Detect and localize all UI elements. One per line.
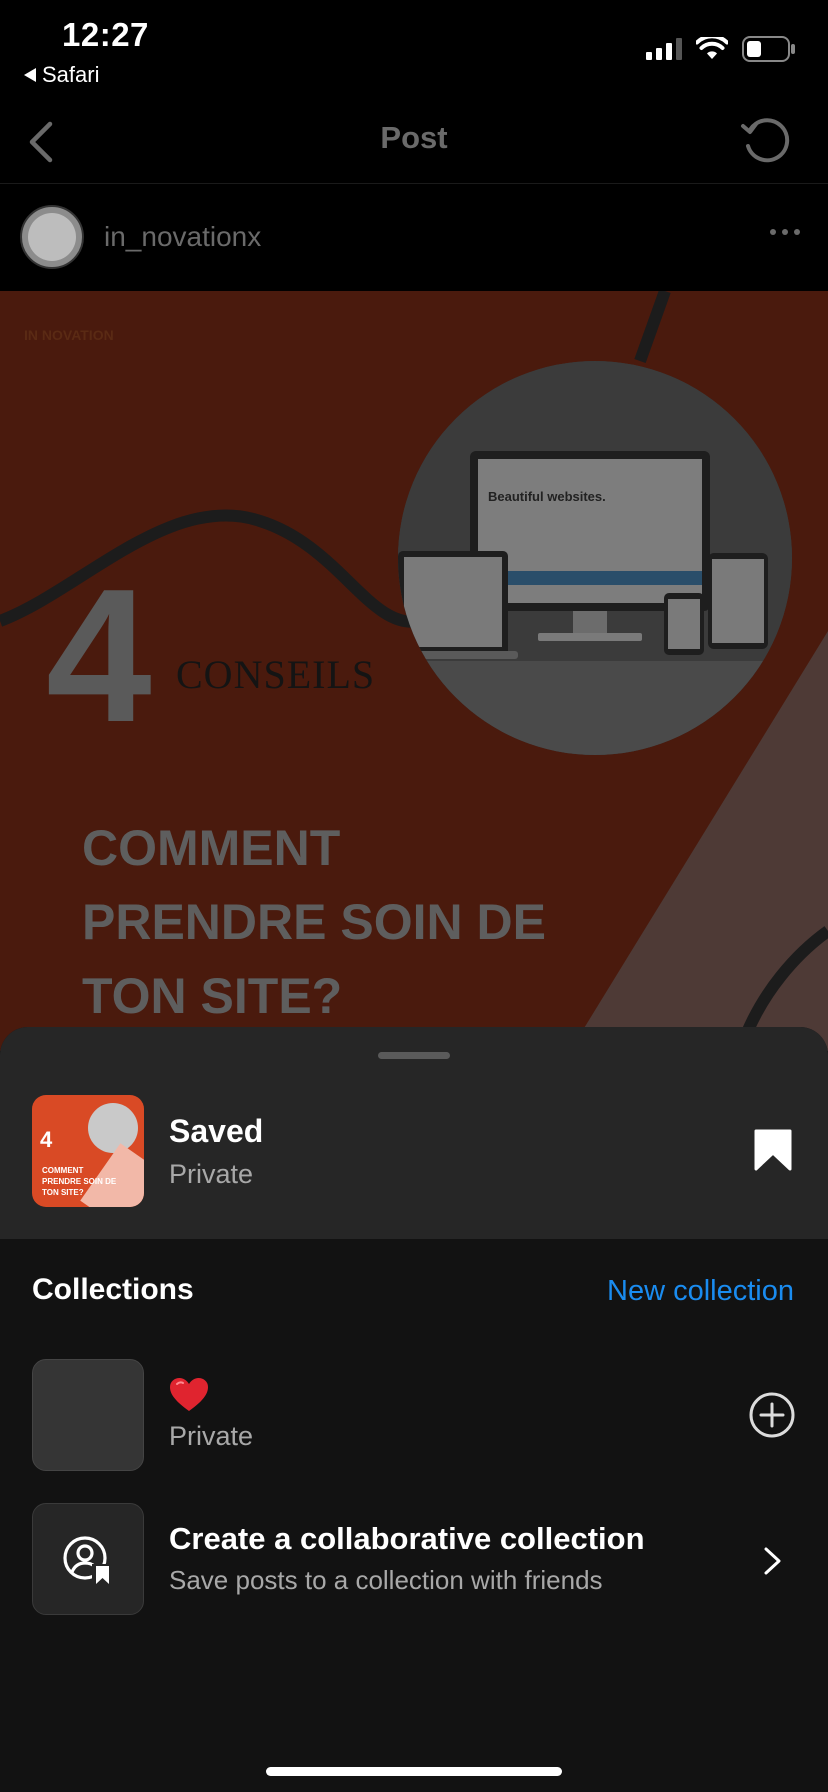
system-icons	[646, 36, 796, 62]
brand-logo: IN NOVATION	[24, 327, 114, 343]
collaborative-collection-icon	[63, 1536, 112, 1584]
back-triangle-icon	[24, 68, 36, 82]
collection-name-heart-icon	[170, 1378, 208, 1411]
photo-caption: Beautiful websites.	[488, 489, 606, 504]
back-app-label: Safari	[42, 62, 100, 87]
collaborative-icon-box[interactable]	[32, 1503, 144, 1615]
thumb-text: COMMENT PRENDRE SOIN DE TON SITE?	[42, 1166, 117, 1197]
home-indicator[interactable]	[266, 1767, 562, 1776]
headline-line-2: PRENDRE SOIN DE	[82, 894, 546, 950]
add-to-collection-icon[interactable]	[748, 1391, 796, 1439]
back-to-safari[interactable]: Safari	[24, 62, 99, 88]
big-number-4: 4	[46, 550, 152, 762]
post-headline: COMMENT PRENDRE SOIN DE TON SITE?	[82, 811, 546, 1033]
save-bottom-sheet: 4 COMMENT PRENDRE SOIN DE TON SITE? Save…	[0, 1027, 828, 1792]
headline-line-3: TON SITE?	[82, 968, 343, 1024]
sheet-grabber[interactable]	[378, 1052, 450, 1059]
headline-line-1: COMMENT	[82, 820, 341, 876]
new-collection-button[interactable]: New collection	[607, 1275, 794, 1308]
post-image[interactable]: IN NOVATION Beautiful websites. 4 CONSEI…	[0, 291, 828, 1051]
cellular-signal-icon	[646, 38, 682, 60]
saved-row[interactable]: 4 COMMENT PRENDRE SOIN DE TON SITE? Save…	[0, 1027, 828, 1239]
bookmark-filled-icon[interactable]	[754, 1129, 792, 1171]
collaborative-subtitle: Save posts to a collection with friends	[169, 1565, 603, 1595]
saved-thumbnail: 4 COMMENT PRENDRE SOIN DE TON SITE?	[32, 1095, 144, 1207]
nav-bar: Post	[0, 100, 828, 184]
username[interactable]: in_novationx	[104, 221, 261, 253]
status-bar: 12:27 Safari	[0, 0, 828, 100]
conseils-text: CONSEILS	[176, 652, 376, 697]
saved-collection-name: Saved	[169, 1113, 264, 1149]
chevron-right-icon[interactable]	[762, 1545, 784, 1577]
devices-illustration: Beautiful websites.	[398, 361, 792, 755]
collections-heading: Collections	[32, 1273, 194, 1306]
saved-collection-privacy: Private	[169, 1159, 254, 1189]
collection-thumbnail[interactable]	[32, 1359, 144, 1471]
page-title: Post	[380, 120, 448, 155]
refresh-icon[interactable]	[740, 116, 792, 168]
devices-photo: Beautiful websites.	[398, 361, 792, 755]
status-time: 12:27	[62, 16, 149, 53]
battery-icon	[742, 36, 795, 62]
avatar[interactable]	[20, 205, 84, 269]
wifi-icon	[696, 37, 728, 59]
collaborative-title[interactable]: Create a collaborative collection	[169, 1521, 645, 1557]
more-options-icon[interactable]	[770, 229, 800, 235]
post-header: in_novationx	[0, 185, 828, 291]
collection-privacy: Private	[169, 1421, 254, 1451]
thumb-number: 4	[40, 1127, 53, 1152]
